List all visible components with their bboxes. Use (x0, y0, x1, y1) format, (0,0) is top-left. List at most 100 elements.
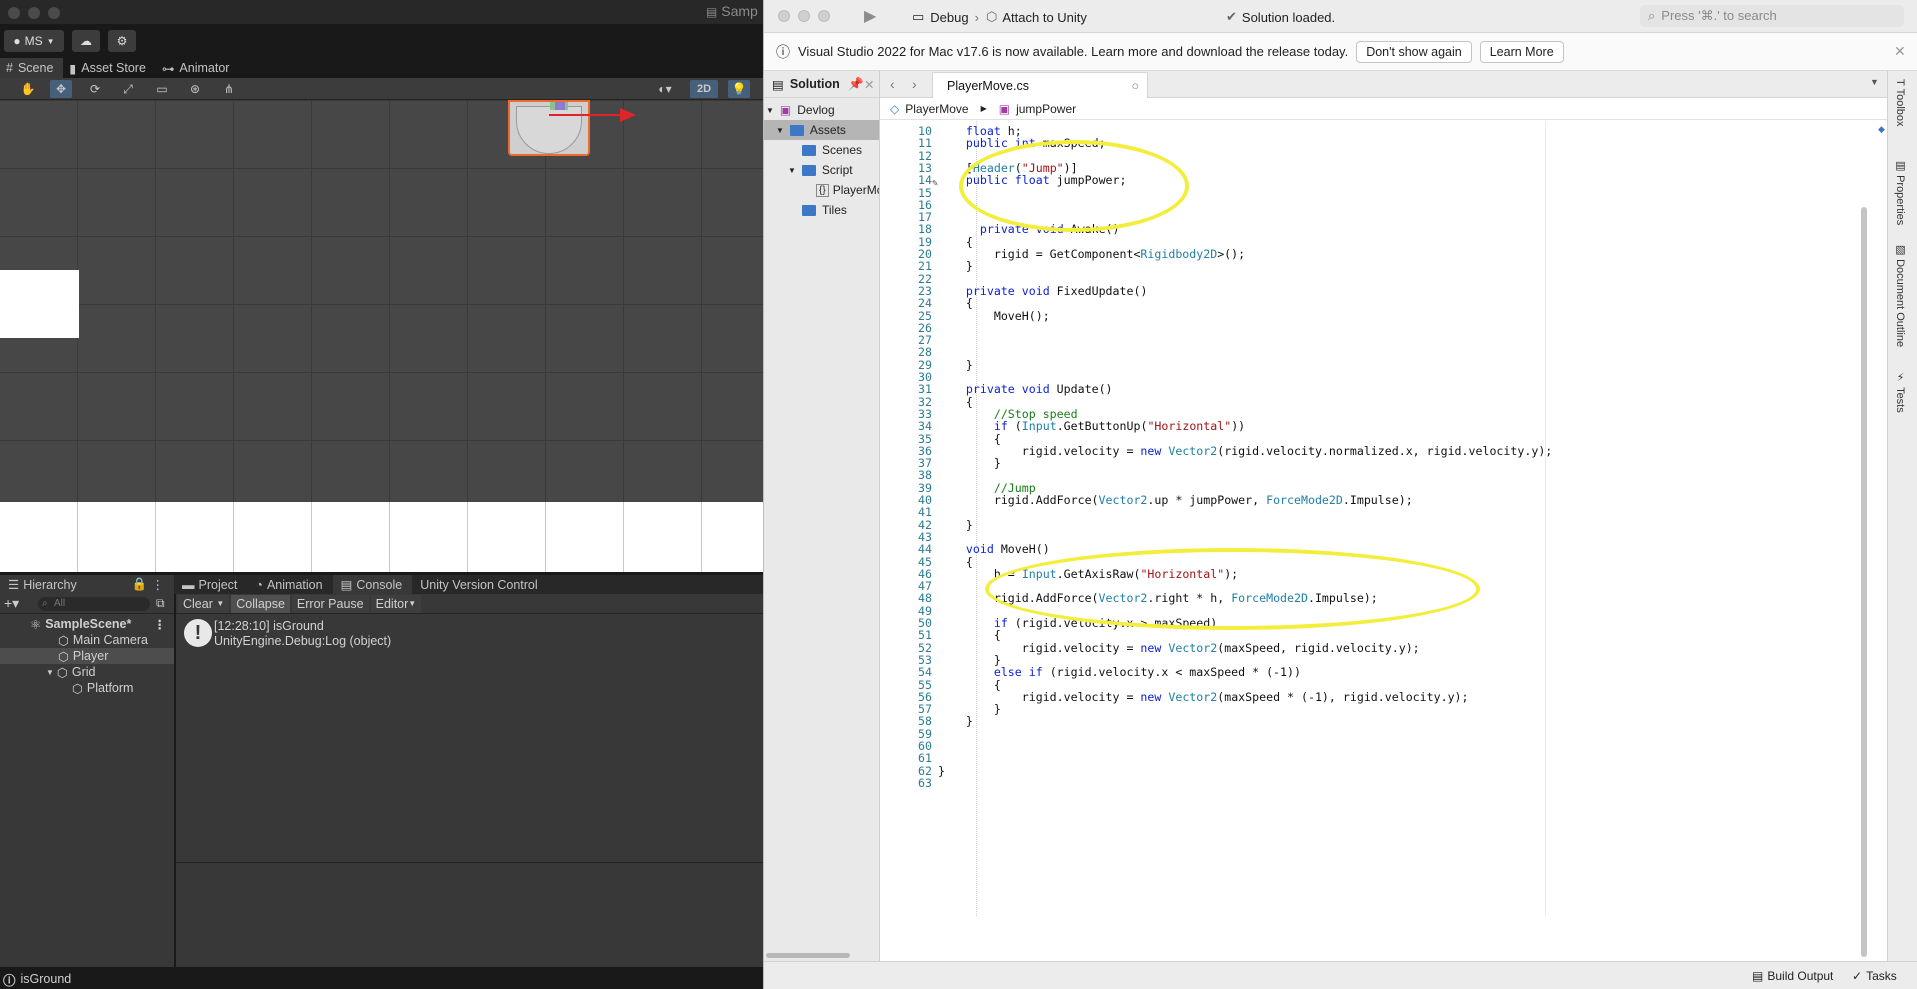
tab-animation[interactable]: ◔ Animation (247, 575, 332, 594)
horizontal-scrollbar[interactable] (766, 953, 850, 958)
close-tab-icon[interactable]: ○ (1131, 79, 1139, 93)
tasks-button[interactable]: ✓ Tasks (1852, 969, 1897, 983)
cloud-button[interactable]: ☁ (72, 30, 100, 52)
scene-visibility-icon[interactable]: ⧉ (156, 596, 165, 611)
tab-animator[interactable]: ⊶ Animator (156, 58, 240, 78)
scale-tool-icon[interactable]: ⤢ (117, 80, 139, 98)
code-line[interactable]: } (938, 456, 1001, 471)
expand-arrow-icon[interactable]: ▼ (46, 668, 54, 677)
pin-icon[interactable]: 📌 (848, 77, 864, 92)
code-line[interactable]: rigid.velocity = new Vector2(rigid.veloc… (938, 444, 1553, 459)
solution-status: ✔ Solution loaded. (1226, 9, 1335, 25)
tab-console[interactable]: ▤ Console (332, 575, 413, 594)
transform-tool-icon[interactable]: ⊛ (184, 80, 206, 98)
code-line[interactable]: } (938, 358, 973, 373)
tab-hierarchy[interactable]: ☰ Hierarchy 🔒 ⋮ (0, 575, 174, 594)
toolbox-panel-tab[interactable]: T Toolbox (1894, 79, 1906, 127)
editor-dropdown[interactable]: Editor ▼ (370, 594, 422, 613)
hierarchy-item-platform[interactable]: ⬡ Platform (0, 680, 174, 696)
custom-tool-icon[interactable]: ⋔ (218, 80, 240, 98)
close-window-button[interactable] (778, 10, 790, 22)
rotate-tool-icon[interactable]: ⟳ (84, 80, 106, 98)
zoom-window-button[interactable] (818, 10, 830, 22)
shopping-bag-icon: ▮ (69, 61, 77, 76)
solution-item-playermove[interactable]: {} PlayerMc (764, 180, 879, 200)
hierarchy-item-grid[interactable]: ▼ ⬡ Grid (0, 664, 174, 680)
tab-overflow-icon[interactable]: ▼ (1870, 77, 1879, 87)
vertical-scrollbar[interactable] (1861, 207, 1867, 957)
hierarchy-item-main-camera[interactable]: ⬡ Main Camera (0, 632, 174, 648)
move-gizmo-x-arrow[interactable] (549, 114, 621, 116)
nav-forward-icon[interactable]: › (912, 76, 917, 92)
code-line[interactable]: rigid.velocity = new Vector2(maxSpeed, r… (938, 641, 1420, 656)
breadcrumb-class[interactable]: PlayerMove (905, 102, 968, 116)
nav-back-icon[interactable]: ‹ (890, 76, 895, 92)
hierarchy-item-player[interactable]: ⬡ Player (0, 648, 174, 664)
code-line[interactable]: } (938, 518, 973, 533)
solution-item-assets[interactable]: ▼ Assets (764, 120, 879, 140)
services-button[interactable]: ⚙ (108, 30, 136, 52)
solution-item-devlog[interactable]: ▼ ▣ Devlog (764, 100, 879, 120)
minimize-window-button[interactable] (798, 10, 810, 22)
search-input[interactable]: ⌕ Press '⌘.' to search (1640, 5, 1904, 27)
rect-tool-icon[interactable]: ▭ (151, 80, 173, 98)
kebab-menu-icon[interactable]: ⋮ (152, 577, 165, 592)
tab-playermove-cs[interactable]: PlayerMove.cs ○ (932, 72, 1148, 98)
expand-arrow-icon[interactable]: ▼ (766, 106, 774, 115)
code-line[interactable]: rigid.velocity = new Vector2(maxSpeed * … (938, 690, 1469, 705)
zoom-window-button[interactable] (48, 7, 60, 19)
move-tool-icon[interactable]: ✥ (50, 80, 72, 98)
code-line[interactable]: rigid = GetComponent<Rigidbody2D>(); (938, 247, 1245, 262)
tab-unity-version-control[interactable]: Unity Version Control (412, 575, 547, 594)
clear-button[interactable]: Clear ▼ (178, 594, 230, 613)
learn-more-button[interactable]: Learn More (1479, 40, 1564, 63)
close-icon[interactable]: ✕ (864, 77, 874, 92)
hand-tool-icon[interactable]: ✋ (17, 80, 39, 98)
info-message: Visual Studio 2022 for Mac v17.6 is now … (798, 44, 1349, 59)
account-dropdown[interactable]: ● MS ▼ (4, 30, 64, 52)
tab-scene[interactable]: # Scene (0, 58, 64, 78)
collapse-button[interactable]: Collapse (231, 594, 290, 613)
lighting-icon[interactable]: 💡 (728, 80, 750, 98)
tab-project[interactable]: ▬ Project (174, 575, 247, 594)
build-output-button[interactable]: ▤ Build Output (1752, 969, 1833, 983)
hierarchy-tree: ⚛ SampleScene* ⋮ ⬡ Main Camera ⬡ Player ▼ ⬡ Gr… (0, 614, 174, 696)
code-view[interactable]: ✎ 10 float h; 11 public int maxSpeed; 12 13… (880, 121, 1887, 941)
target-selector[interactable]: ⬡ Attach to Unity (986, 9, 1087, 25)
minimize-window-button[interactable] (28, 7, 40, 19)
hierarchy-item-samplescene[interactable]: ⚛ SampleScene* ⋮ (0, 616, 174, 632)
run-icon[interactable]: ▶ (864, 6, 876, 26)
close-window-button[interactable] (8, 7, 20, 19)
scene-view[interactable] (0, 100, 763, 572)
chevron-down-icon[interactable]: ▼ (216, 599, 224, 608)
add-icon[interactable]: +▾ (4, 595, 19, 612)
console-log-entry[interactable]: ! [12:28:10] isGround UnityEngine.Debug:… (176, 616, 763, 652)
toggle-2d-button[interactable]: 2D (690, 80, 718, 98)
expand-arrow-icon[interactable]: ▼ (776, 126, 784, 135)
player-sprite[interactable] (508, 100, 590, 156)
console-detail-divider[interactable] (176, 862, 763, 863)
hierarchy-search-input[interactable]: ⌕ All (38, 597, 150, 611)
solution-item-script[interactable]: ▼ Script (764, 160, 879, 180)
close-icon[interactable]: ✕ (1894, 43, 1906, 60)
config-selector[interactable]: ▭ Debug › (912, 9, 979, 25)
dont-show-again-button[interactable]: Don't show again (1356, 40, 1472, 63)
breadcrumb-member[interactable]: jumpPower (1016, 102, 1076, 116)
code-line[interactable]: } (938, 764, 945, 779)
kebab-menu-icon[interactable]: ⋮ (154, 617, 167, 632)
code-line[interactable]: } (938, 259, 973, 274)
status-message[interactable]: isGround (21, 972, 72, 986)
document-icon: ▤ (706, 5, 718, 19)
draw-mode-icon[interactable]: ◐▾ (650, 80, 680, 98)
tests-panel-tab[interactable]: ⚡ Tests (1894, 371, 1907, 413)
tab-asset-store[interactable]: ▮ Asset Store (63, 58, 156, 78)
code-line[interactable]: MoveH(); (938, 309, 1050, 324)
error-pause-button[interactable]: Error Pause (291, 594, 369, 613)
solution-item-scenes[interactable]: Scenes (764, 140, 879, 160)
code-line[interactable]: } (938, 714, 973, 729)
solution-item-tiles[interactable]: Tiles (764, 200, 879, 220)
code-line[interactable]: rigid.AddForce(Vector2.up * jumpPower, F… (938, 493, 1413, 508)
document-outline-panel-tab[interactable]: ▧ Document Outline (1894, 243, 1907, 347)
expand-arrow-icon[interactable]: ▼ (788, 166, 796, 175)
properties-panel-tab[interactable]: ▤ Properties (1894, 159, 1907, 225)
